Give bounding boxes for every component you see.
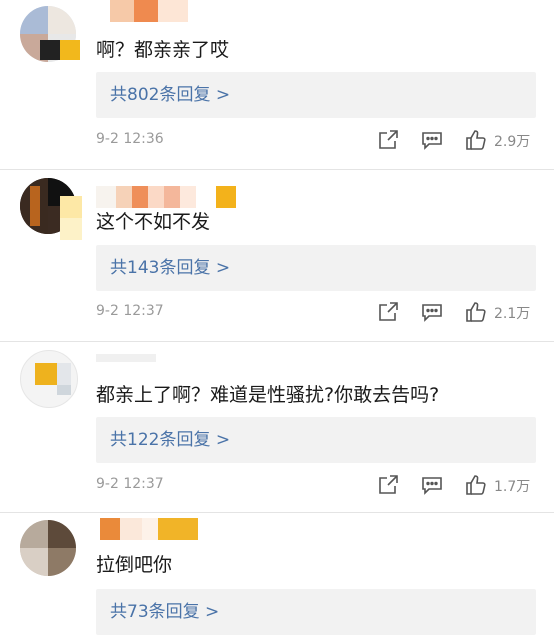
comment-text: 这个不如不发: [96, 211, 211, 233]
avatar-badge: [60, 196, 82, 244]
like-count: 2.1万: [494, 306, 531, 322]
username[interactable]: [110, 0, 250, 22]
divider: [0, 169, 554, 170]
share-icon[interactable]: [376, 128, 400, 154]
comment-meta: 9-2 12:37 1.7万: [96, 473, 540, 499]
thumbs-up-icon[interactable]: [464, 128, 488, 154]
divider: [0, 341, 554, 342]
timestamp: 9-2 12:37: [96, 303, 164, 319]
comment-meta: 9-2 12:37 2.1万: [96, 300, 540, 326]
avatar-badge: [40, 32, 80, 68]
comment-text: 都亲上了啊？难道是性骚扰?你敢去告吗?: [96, 384, 440, 406]
timestamp: 9-2 12:37: [96, 476, 164, 492]
timestamp: 9-2 12:36: [96, 131, 164, 147]
view-replies-link[interactable]: 共802条回复 >: [96, 72, 536, 118]
divider: [0, 512, 554, 513]
view-replies-link[interactable]: 共143条回复 >: [96, 245, 536, 291]
username[interactable]: [96, 354, 176, 376]
view-replies-link[interactable]: 共122条回复 >: [96, 417, 536, 463]
thumbs-up-icon[interactable]: [464, 300, 488, 326]
avatar[interactable]: [20, 350, 78, 408]
comment-text: 啊？都亲亲了哎: [96, 39, 230, 61]
username[interactable]: [96, 186, 246, 208]
avatar[interactable]: [20, 520, 76, 576]
share-icon[interactable]: [376, 300, 400, 326]
comment-icon[interactable]: [420, 473, 444, 499]
comment-meta: 9-2 12:36 2.9万: [96, 128, 540, 154]
like-count: 2.9万: [494, 134, 531, 150]
share-icon[interactable]: [376, 473, 400, 499]
view-replies-link[interactable]: 共73条回复 >: [96, 589, 536, 635]
username[interactable]: [100, 518, 200, 540]
comment-icon[interactable]: [420, 300, 444, 326]
comment-icon[interactable]: [420, 128, 444, 154]
thumbs-up-icon[interactable]: [464, 473, 488, 499]
comment-text: 拉倒吧你: [96, 554, 173, 576]
like-count: 1.7万: [494, 479, 531, 495]
